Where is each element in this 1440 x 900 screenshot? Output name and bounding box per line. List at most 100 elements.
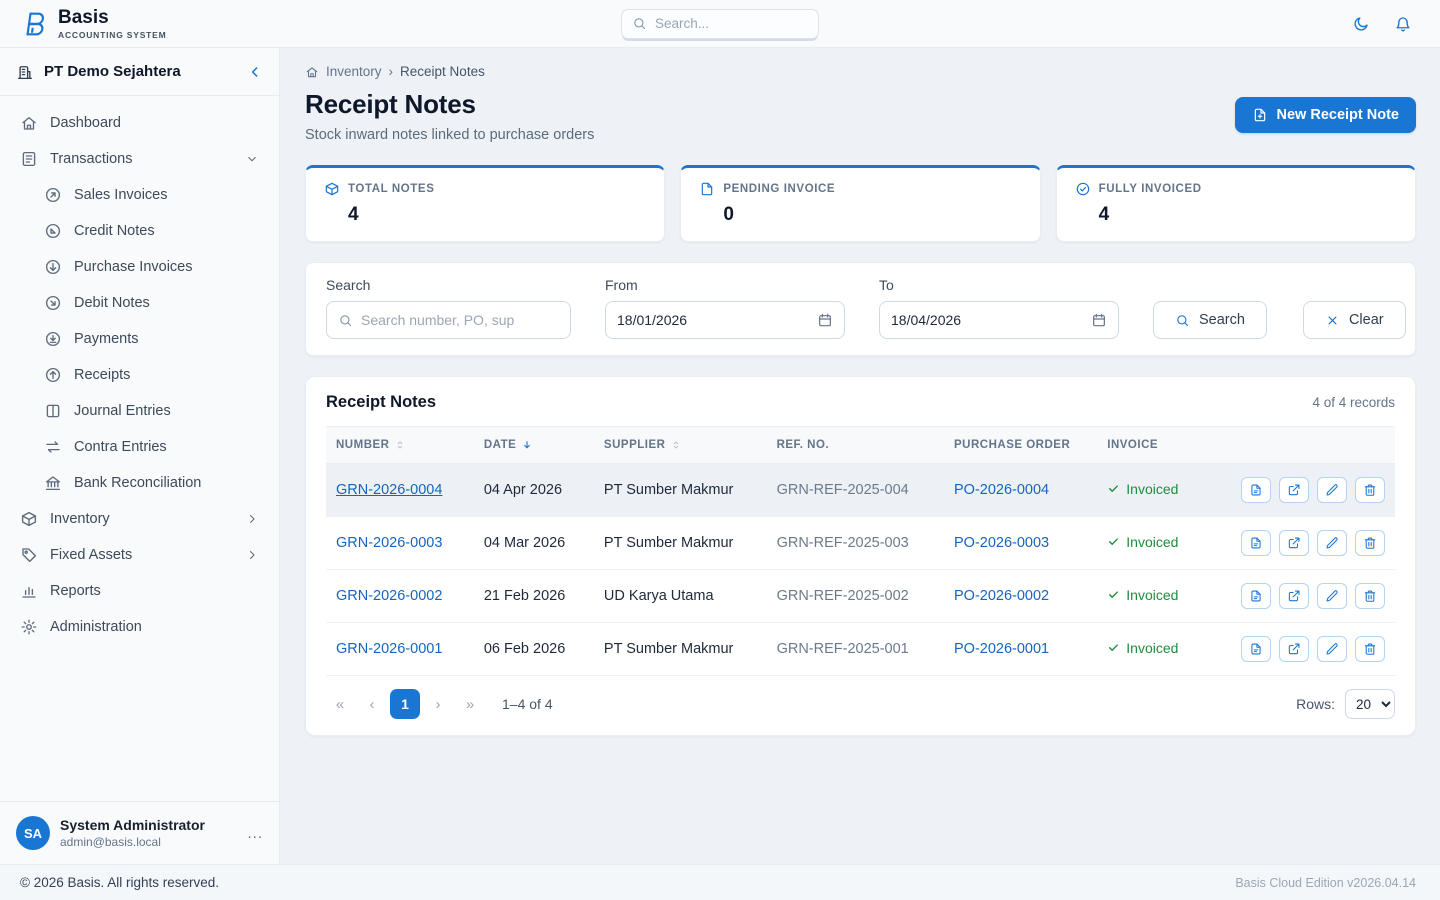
column-header-number[interactable]: NUMBER: [326, 427, 474, 464]
sort-icon: [398, 441, 403, 449]
user-options-button[interactable]: ...: [247, 825, 263, 842]
page-1-button[interactable]: 1: [390, 689, 420, 719]
company-selector[interactable]: PT Demo Sejahtera: [0, 48, 279, 96]
calendar-icon[interactable]: [1091, 312, 1107, 328]
stat-card-total-notes: TOTAL NOTES 4: [305, 165, 666, 242]
row-actions: [1241, 477, 1385, 503]
breadcrumb-separator: ›: [388, 64, 394, 79]
sort-desc-icon: [524, 441, 531, 449]
open-link-button[interactable]: [1279, 530, 1309, 556]
search-button[interactable]: Search: [1153, 301, 1267, 339]
sidebar-item-label: Inventory: [50, 511, 110, 527]
global-search-input[interactable]: [655, 16, 808, 31]
column-label: NUMBER: [336, 439, 390, 451]
delete-button[interactable]: [1355, 636, 1385, 662]
table-row[interactable]: GRN-2026-0003 04 Mar 2026 PT Sumber Makm…: [326, 516, 1395, 570]
user-email: admin@basis.local: [60, 835, 161, 849]
close-icon: [1325, 313, 1340, 328]
cell-ref-no: GRN-REF-2025-003: [766, 516, 944, 570]
rows-per-page-select[interactable]: 20: [1345, 689, 1395, 719]
sidebar-item-inventory[interactable]: Inventory: [12, 502, 267, 536]
document-icon: [1251, 590, 1261, 602]
grn-link[interactable]: GRN-2026-0003: [336, 535, 442, 551]
view-note-button[interactable]: [1241, 636, 1271, 662]
breadcrumb-inventory[interactable]: Inventory: [326, 64, 382, 79]
reports-icon: [20, 582, 38, 600]
sidebar-item-administration[interactable]: Administration: [12, 610, 267, 644]
edit-button[interactable]: [1317, 530, 1347, 556]
records-count: 4 of 4 records: [1312, 395, 1395, 410]
first-page-button[interactable]: «: [326, 689, 354, 719]
home-icon[interactable]: [305, 65, 319, 79]
transactions-icon: [20, 150, 38, 168]
table-row[interactable]: GRN-2026-0004 04 Apr 2026 PT Sumber Makm…: [326, 463, 1395, 517]
footer: © 2026 Basis. All rights reserved. Basis…: [0, 864, 1440, 900]
sidebar-item-transactions[interactable]: Transactions: [12, 142, 267, 176]
receipt-notes-table-card: Receipt Notes 4 of 4 records NUMBER DATE…: [305, 376, 1416, 736]
open-link-button[interactable]: [1279, 583, 1309, 609]
trash-icon: [1364, 590, 1376, 602]
column-header-date[interactable]: DATE: [474, 427, 594, 464]
row-actions: [1241, 530, 1385, 556]
chevron-right-icon: [245, 548, 259, 562]
sidebar-item-debit-notes[interactable]: Debit Notes: [12, 286, 267, 320]
edit-button[interactable]: [1317, 636, 1347, 662]
grn-link[interactable]: GRN-2026-0002: [336, 588, 442, 604]
chevron-left-icon[interactable]: [247, 64, 263, 80]
filter-bar: Search From To: [305, 262, 1416, 356]
po-link[interactable]: PO-2026-0001: [954, 641, 1049, 657]
delete-button[interactable]: [1355, 477, 1385, 503]
sidebar-item-credit-notes[interactable]: Credit Notes: [12, 214, 267, 248]
po-link[interactable]: PO-2026-0002: [954, 588, 1049, 604]
user-menu[interactable]: SA System Administrator admin@basis.loca…: [0, 801, 279, 864]
edit-button[interactable]: [1317, 583, 1347, 609]
trash-icon: [1364, 537, 1376, 549]
open-link-button[interactable]: [1279, 636, 1309, 662]
from-date-input[interactable]: [617, 312, 809, 328]
new-receipt-note-icon: [1254, 108, 1265, 122]
check-circle-icon: [1076, 182, 1089, 196]
pencil-icon: [1326, 484, 1338, 496]
view-note-button[interactable]: [1241, 477, 1271, 503]
grn-link[interactable]: GRN-2026-0001: [336, 641, 442, 657]
clear-button[interactable]: Clear: [1302, 301, 1406, 339]
sidebar-item-payments[interactable]: Payments: [12, 322, 267, 356]
notifications-button[interactable]: [1392, 13, 1414, 35]
external-link-icon: [1288, 590, 1300, 602]
cell-ref-no: GRN-REF-2025-001: [766, 622, 944, 676]
sidebar-item-purchase-invoices[interactable]: Purchase Invoices: [12, 250, 267, 284]
sidebar-item-journal-entries[interactable]: Journal Entries: [12, 394, 267, 428]
sidebar-item-sales-invoices[interactable]: Sales Invoices: [12, 178, 267, 212]
sidebar-item-contra-entries[interactable]: Contra Entries: [12, 430, 267, 464]
to-date-input[interactable]: [891, 312, 1083, 328]
open-link-button[interactable]: [1279, 477, 1309, 503]
last-page-button[interactable]: »: [456, 689, 484, 719]
brand[interactable]: Basis ACCOUNTING SYSTEM: [18, 8, 167, 40]
po-link[interactable]: PO-2026-0003: [954, 535, 1049, 551]
grn-link[interactable]: GRN-2026-0004: [336, 482, 442, 498]
sidebar-item-dashboard[interactable]: Dashboard: [12, 106, 267, 140]
table-row[interactable]: GRN-2026-0002 21 Feb 2026 UD Karya Utama…: [326, 569, 1395, 623]
delete-button[interactable]: [1355, 530, 1385, 556]
column-label: REF. NO.: [776, 439, 830, 451]
sidebar-item-fixed-assets[interactable]: Fixed Assets: [12, 538, 267, 572]
column-header-supplier[interactable]: SUPPLIER: [594, 427, 767, 464]
sidebar-item-receipts[interactable]: Receipts: [12, 358, 267, 392]
delete-button[interactable]: [1355, 583, 1385, 609]
next-page-button[interactable]: ›: [424, 689, 452, 719]
invoiced-badge: Invoiced: [1107, 587, 1178, 603]
table-row[interactable]: GRN-2026-0001 06 Feb 2026 PT Sumber Makm…: [326, 622, 1395, 676]
stat-value: 0: [723, 204, 734, 225]
sidebar-item-reports[interactable]: Reports: [12, 574, 267, 608]
view-note-button[interactable]: [1241, 583, 1271, 609]
po-link[interactable]: PO-2026-0004: [954, 482, 1049, 498]
new-receipt-note-button[interactable]: New Receipt Note: [1234, 97, 1416, 133]
view-note-button[interactable]: [1241, 530, 1271, 556]
stat-label: FULLY INVOICED: [1098, 183, 1202, 195]
sidebar-item-bank-reconciliation[interactable]: Bank Reconciliation: [12, 466, 267, 500]
theme-toggle-button[interactable]: [1350, 13, 1372, 35]
calendar-icon[interactable]: [817, 312, 833, 328]
prev-page-button[interactable]: ‹: [358, 689, 386, 719]
edit-button[interactable]: [1317, 477, 1347, 503]
search-filter-input[interactable]: [361, 312, 559, 328]
